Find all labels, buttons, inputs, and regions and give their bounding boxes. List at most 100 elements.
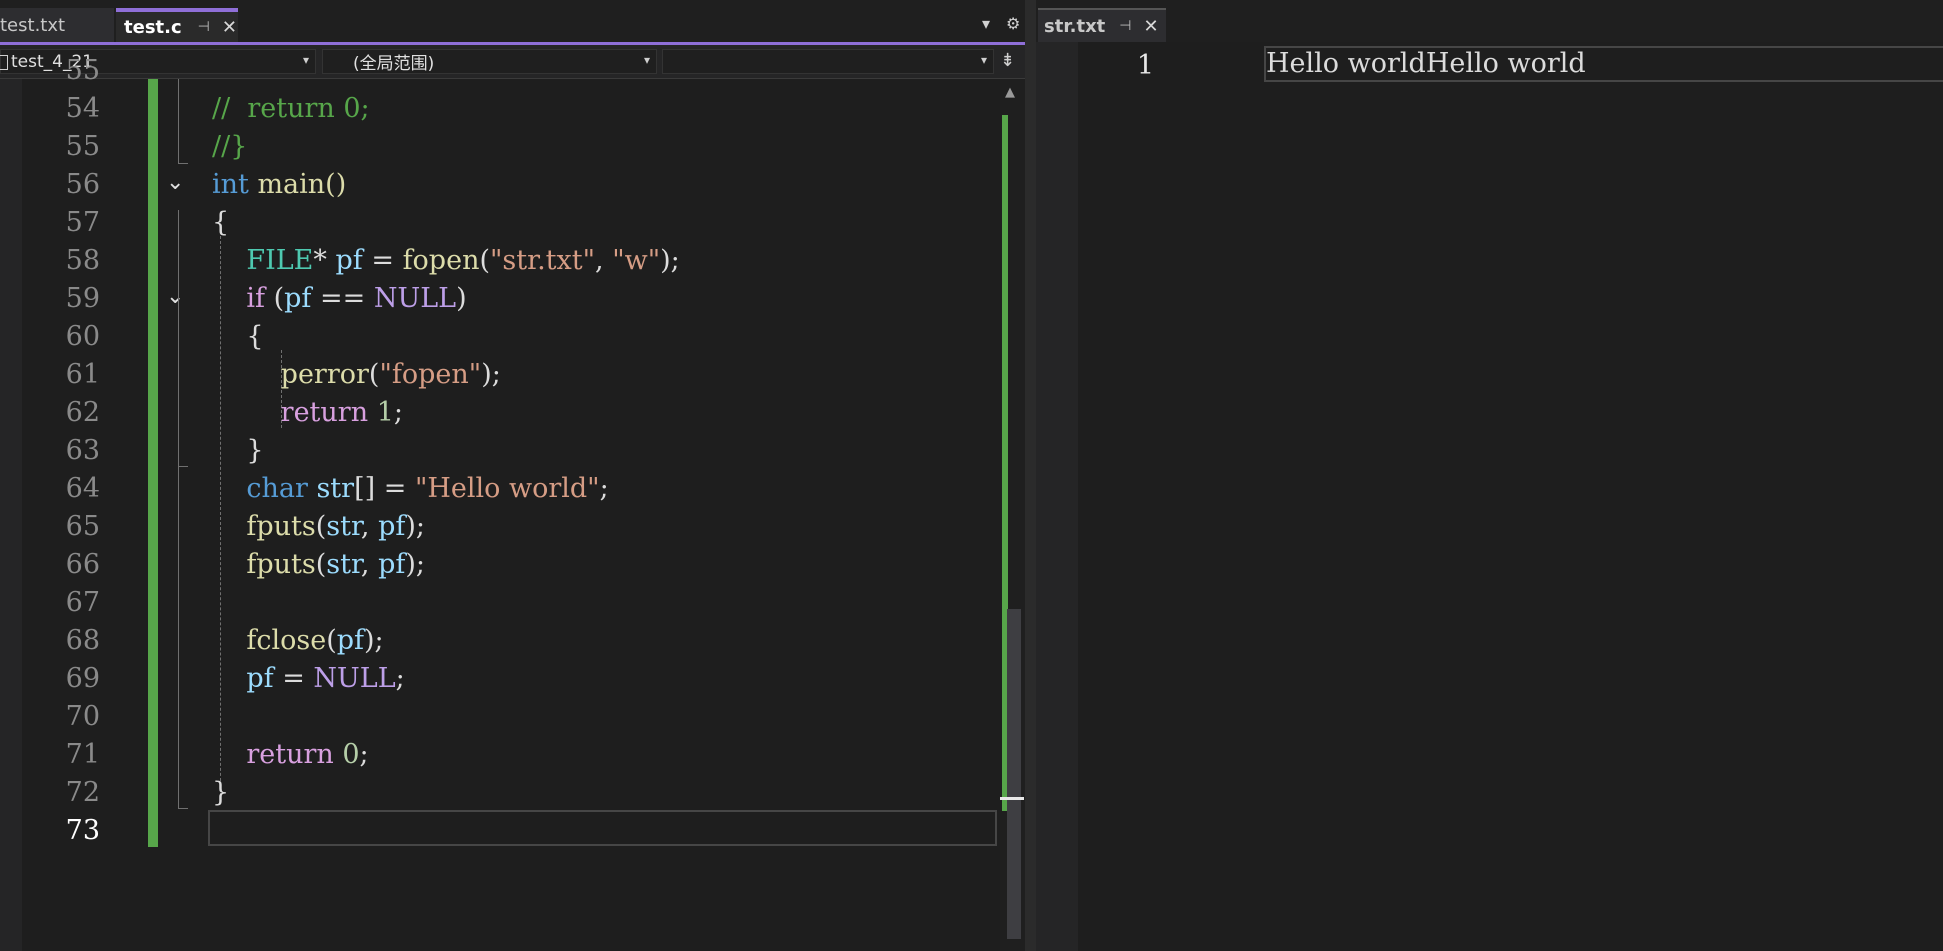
fold-guide [178, 210, 179, 808]
change-tracking-bar [148, 79, 158, 847]
line-number: 73 [65, 815, 100, 846]
code-token: pf [378, 549, 406, 580]
line-number: 65 [65, 511, 100, 542]
gear-icon[interactable]: ⚙ [1006, 14, 1020, 33]
vertical-scrollbar[interactable]: ▲ [1000, 79, 1025, 951]
line-number: 1 [1136, 50, 1154, 81]
close-icon[interactable]: ✕ [1144, 16, 1159, 37]
code-token: if [246, 283, 265, 314]
code-token: { [212, 207, 230, 238]
indicator-margin [1036, 42, 1078, 951]
code-line[interactable]: return 1; [212, 394, 403, 432]
code-token: ( [368, 359, 380, 390]
code-token: 0 [342, 739, 360, 770]
document-tab-strip: str.txt ⊣ ✕ [1036, 0, 1943, 42]
line-number: 55 [65, 131, 100, 162]
line-number: 55 [65, 55, 100, 86]
text-content[interactable]: Hello worldHello world [1266, 45, 1586, 83]
tab-test-txt[interactable]: test.txt [0, 8, 114, 42]
scope-dropdown[interactable]: (全局范围) ▾ [322, 49, 657, 74]
code-token: ( [315, 511, 327, 542]
code-line[interactable]: fclose(pf); [212, 622, 383, 660]
code-token: 1 [376, 397, 394, 428]
pin-icon[interactable]: ⊣ [198, 19, 210, 35]
code-token: fclose [246, 625, 327, 656]
code-line[interactable]: { [212, 204, 229, 242]
fold-guide-end [178, 808, 188, 809]
code-token: return [246, 739, 334, 770]
code-line[interactable]: return 0; [212, 736, 369, 774]
code-token: == [311, 283, 374, 314]
code-token: pf [336, 625, 365, 656]
code-line[interactable]: //} [212, 128, 247, 166]
line-number: 62 [65, 397, 100, 428]
line-number: 64 [65, 473, 100, 504]
code-line[interactable]: } [212, 774, 229, 812]
chevron-down-icon: ▾ [302, 53, 309, 67]
chevron-down-icon: ▾ [980, 53, 987, 67]
collapse-chevron-icon[interactable]: ⌄ [166, 170, 184, 195]
line-number: 54 [65, 93, 100, 124]
code-token: = [273, 663, 314, 694]
code-token: ) [456, 283, 467, 314]
pin-icon[interactable]: ⊣ [1119, 18, 1131, 34]
code-token: pf [284, 283, 312, 314]
line-number: 60 [65, 321, 100, 352]
tab-str-txt[interactable]: str.txt ⊣ ✕ [1038, 8, 1166, 42]
line-number: 72 [65, 777, 100, 808]
code-token: ); [660, 245, 680, 276]
code-line[interactable]: int main() [212, 166, 346, 204]
code-line[interactable]: // return 0; [212, 90, 370, 128]
scroll-up-arrow-icon[interactable]: ▲ [1005, 85, 1015, 100]
code-token: FILE [246, 245, 314, 276]
code-line[interactable]: if (pf == NULL) [212, 280, 467, 318]
line-number: 66 [65, 549, 100, 580]
code-token: ); [481, 359, 501, 390]
tab-test-c[interactable]: test.c ⊣ ✕ [116, 8, 238, 42]
code-token: "w" [612, 245, 661, 276]
code-token: char [246, 473, 308, 504]
code-line[interactable]: { [212, 318, 263, 356]
code-line[interactable]: fputs(str, pf); [212, 546, 425, 584]
close-icon[interactable]: ✕ [222, 17, 237, 38]
code-token: //} [212, 131, 248, 162]
tab-dropdown-icon[interactable]: ▾ [982, 14, 990, 33]
line-number: 58 [65, 245, 100, 276]
tab-label: test.c [124, 16, 182, 38]
code-token: // return 0; [212, 93, 370, 124]
scrollbar-thumb[interactable] [1007, 609, 1021, 939]
code-token: ; [359, 739, 369, 770]
code-token: perror [280, 359, 369, 390]
code-token: int [212, 169, 249, 200]
document-tab-strip: test.txt test.c ⊣ ✕ ▾ ⚙ [0, 0, 1025, 42]
code-token: * [313, 245, 336, 276]
code-line[interactable]: fputs(str, pf); [212, 508, 425, 546]
line-number: 69 [65, 663, 100, 694]
collapse-chevron-icon[interactable]: ⌄ [166, 284, 184, 309]
code-token: pf [246, 663, 274, 694]
split-editor-icon[interactable]: ⇟ [1000, 50, 1015, 71]
code-token: ( [264, 283, 285, 314]
code-line[interactable]: perror("fopen"); [212, 356, 501, 394]
member-dropdown[interactable]: ▾ [662, 49, 994, 74]
fold-guide-end [178, 163, 188, 164]
code-line[interactable]: } [212, 432, 263, 470]
tab-label: test.txt [0, 14, 66, 36]
code-token: , [595, 245, 613, 276]
line-number: 70 [65, 701, 100, 732]
code-line[interactable]: pf = NULL; [212, 660, 404, 698]
code-line[interactable]: char str[] = "Hello world"; [212, 470, 609, 508]
scope-label: (全局范围) [353, 54, 435, 74]
code-line[interactable]: FILE* pf = fopen("str.txt", "w"); [212, 242, 680, 280]
pane-splitter[interactable] [1025, 0, 1036, 951]
code-token: = [362, 245, 403, 276]
line-number: 68 [65, 625, 100, 656]
code-token: , [360, 511, 379, 542]
code-token: "str.txt" [490, 245, 596, 276]
code-token: ; [599, 473, 609, 504]
code-token: fputs [246, 549, 316, 580]
